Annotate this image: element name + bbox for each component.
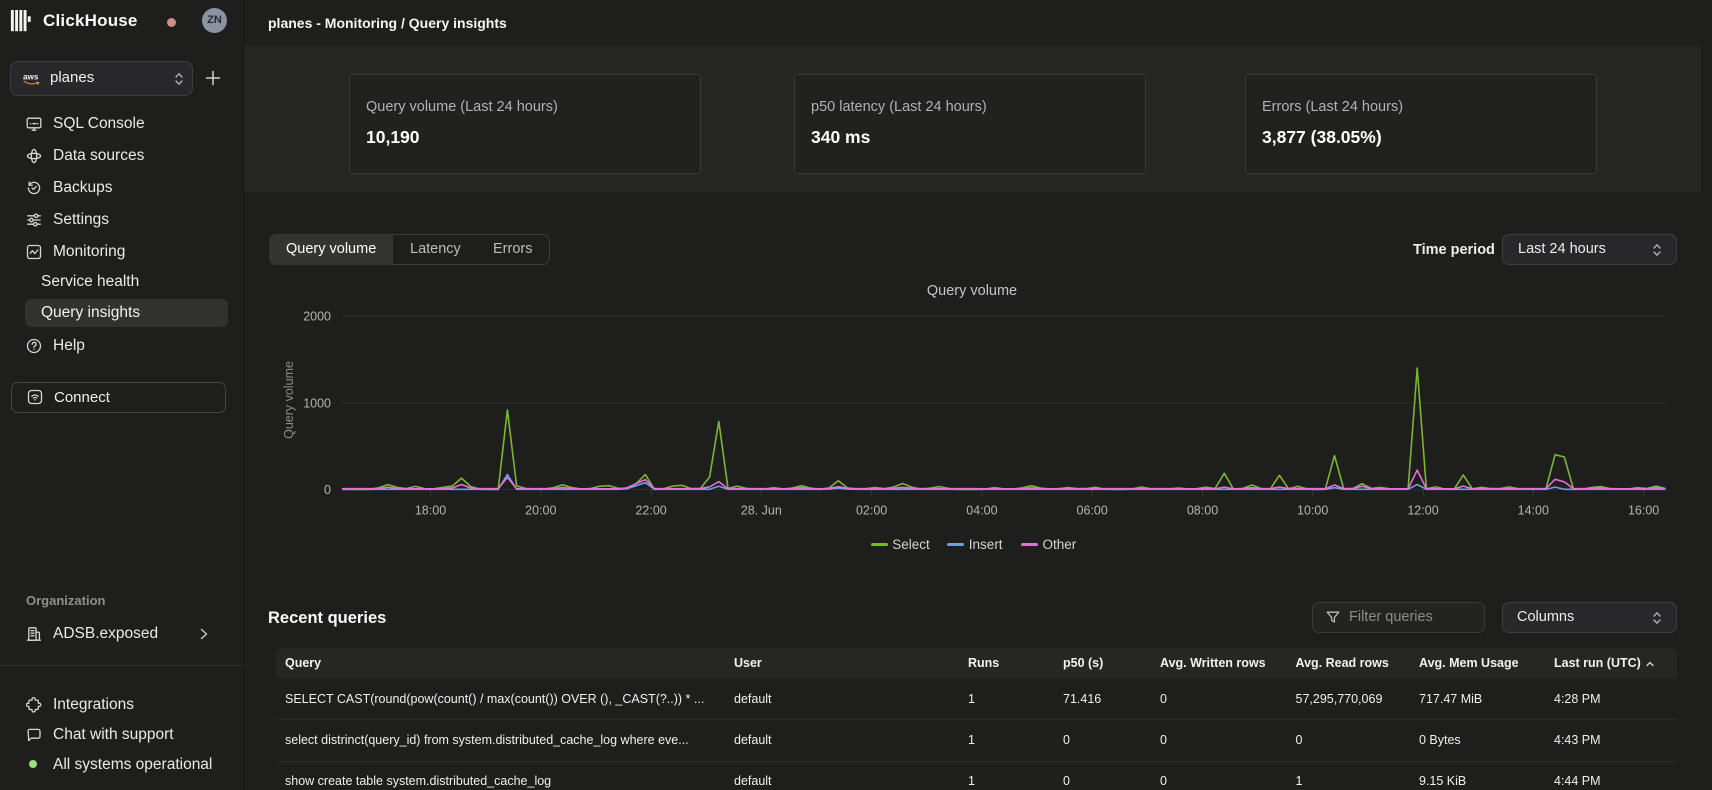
svg-text:28. Jun: 28. Jun: [741, 504, 782, 518]
svg-text:1000: 1000: [303, 396, 331, 410]
svg-text:Query volume: Query volume: [282, 361, 296, 439]
svg-text:14:00: 14:00: [1518, 504, 1549, 518]
svg-text:22:00: 22:00: [635, 504, 666, 518]
svg-text:06:00: 06:00: [1077, 504, 1108, 518]
svg-text:18:00: 18:00: [415, 504, 446, 518]
svg-text:20:00: 20:00: [525, 504, 556, 518]
svg-text:04:00: 04:00: [966, 504, 997, 518]
svg-text:0: 0: [324, 483, 331, 497]
svg-text:2000: 2000: [303, 310, 331, 324]
svg-text:08:00: 08:00: [1187, 504, 1218, 518]
svg-text:aws: aws: [23, 73, 39, 82]
svg-text:02:00: 02:00: [856, 504, 887, 518]
svg-text:16:00: 16:00: [1628, 504, 1659, 518]
svg-text:12:00: 12:00: [1407, 504, 1438, 518]
svg-text:10:00: 10:00: [1297, 504, 1328, 518]
